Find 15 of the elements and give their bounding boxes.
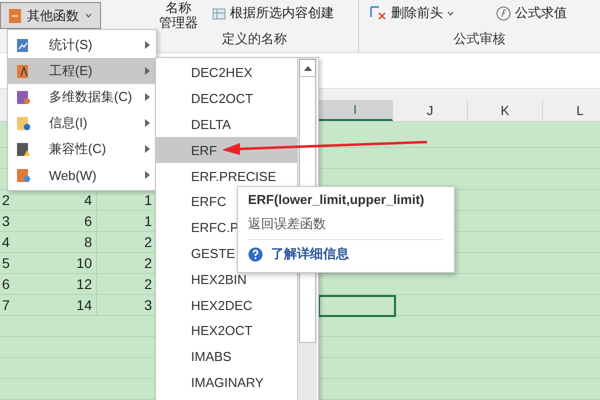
table-cell: 8 <box>18 232 97 252</box>
table-cell: 12 <box>18 274 97 294</box>
table-cell: 14 <box>18 295 97 315</box>
row-number: 2 <box>1 191 11 210</box>
table-cell: 6 <box>18 211 97 231</box>
function-description: 返回误差函数 <box>248 215 327 233</box>
row-number: 5 <box>1 254 11 273</box>
table-cell: 10 <box>18 253 97 273</box>
group-label: 定义的名称 <box>222 30 288 48</box>
function-signature: ERF(lower_limit,upper_limit) <box>248 192 426 207</box>
group-label: 公式审核 <box>454 30 506 48</box>
row-number: 3 <box>1 212 11 231</box>
row-number: 7 <box>1 296 11 315</box>
row-number: 6 <box>1 275 11 294</box>
row-number: 4 <box>1 233 11 252</box>
